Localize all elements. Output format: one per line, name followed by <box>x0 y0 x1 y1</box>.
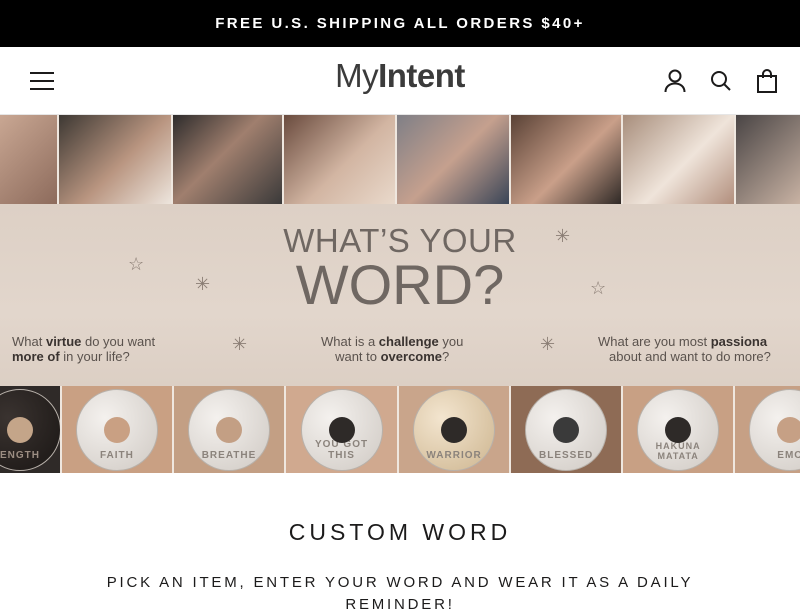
charm-ring: YOU GOT THIS <box>300 388 383 471</box>
charm-tile: YOU GOT THIS <box>286 386 400 473</box>
charm-tile: WARRIOR <box>399 386 512 473</box>
charm-ring: WARRIOR <box>413 388 496 471</box>
q1-mid: do you want <box>81 334 156 349</box>
question-passion: What are you most passiona about and wan… <box>598 334 771 364</box>
menu-button[interactable] <box>30 71 54 90</box>
photo-tile <box>511 115 624 204</box>
charm-ring: FAITH <box>75 388 158 471</box>
q2-mid: you <box>438 334 464 349</box>
photo-tile <box>397 115 512 204</box>
q2-pre2: want to <box>335 349 381 364</box>
q1-pre: What <box>12 334 46 349</box>
search-icon[interactable] <box>708 68 734 94</box>
charm-word: BREATHE <box>201 449 257 461</box>
charm-ring: BREATHE <box>188 388 270 471</box>
charm-ring: ENGTH <box>0 388 60 471</box>
q3-line2: about and want to do more? <box>609 349 771 364</box>
charm-word: EMO <box>777 449 800 461</box>
q2-pre: What is a <box>321 334 379 349</box>
site-header: MyIntent <box>0 47 800 115</box>
section-subtitle: PICK AN ITEM, ENTER YOUR WORD AND WEAR I… <box>106 574 694 613</box>
photo-tile <box>284 115 398 204</box>
charm-tile: ENGTH <box>0 386 62 473</box>
q3-pre: What are you most <box>598 334 711 349</box>
charm-tile: EMO <box>735 386 800 473</box>
charm-tile: BLESSED <box>511 386 624 473</box>
charm-word: ENGTH <box>0 449 40 461</box>
sparkle-icon: ✳ <box>232 334 248 354</box>
q1-bold1: virtue <box>45 334 82 349</box>
charm-ring: HAKUNA MATATA <box>637 388 720 471</box>
charm-word: BLESSED <box>538 449 594 461</box>
hero-banner[interactable]: WHAT’S YOUR WORD? ☆ ✳ ✳ ☆ ✳ ✳ What virtu… <box>0 115 800 473</box>
charm-ring: BLESSED <box>525 388 608 471</box>
photo-tile <box>0 115 59 204</box>
charm-word: HAKUNA MATATA <box>655 440 701 461</box>
q2-bold1: challenge <box>378 334 439 349</box>
hamburger-icon-line <box>30 71 54 74</box>
section-title: CUSTOM WORD <box>288 519 512 545</box>
account-icon[interactable] <box>662 68 688 94</box>
announcement-bar: FREE U.S. SHIPPING ALL ORDERS $40+ <box>0 0 800 47</box>
cart-icon[interactable] <box>754 68 780 94</box>
photo-tile <box>623 115 737 204</box>
charm-photo-strip: ENGTH FAITH BREATHE YOU GOT THIS WARRIOR… <box>0 386 800 473</box>
logo-my: My <box>335 57 379 94</box>
photo-tile <box>736 115 800 204</box>
charm-word: WARRIOR <box>426 449 482 461</box>
announcement-text: FREE U.S. SHIPPING ALL ORDERS $40+ <box>215 15 585 32</box>
charm-tile: BREATHE <box>173 386 287 473</box>
sparkle-icon: ✳ <box>540 334 556 354</box>
photo-tile <box>58 115 173 204</box>
question-virtue: What virtue do you want more of in your … <box>12 334 155 364</box>
star-icon: ☆ <box>590 278 607 298</box>
q3-bold1: passiona <box>710 334 768 349</box>
whats-your-word-banner: WHAT’S YOUR WORD? ☆ ✳ ✳ ☆ ✳ ✳ What virtu… <box>0 204 800 386</box>
celebrity-photo-strip <box>0 115 800 204</box>
charm-ring: EMO <box>749 388 800 471</box>
sparkle-icon: ✳ <box>195 274 211 294</box>
q1-post: in your life? <box>59 349 130 364</box>
banner-title-line2: WORD? <box>295 253 505 316</box>
question-challenge: What is a challenge you want to overcome… <box>321 334 463 364</box>
custom-word-section: CUSTOM WORD PICK AN ITEM, ENTER YOUR WOR… <box>0 473 800 616</box>
charm-tile: FAITH <box>61 386 174 473</box>
site-logo[interactable]: MyIntent <box>335 57 465 95</box>
charm-tile: HAKUNA MATATA <box>623 386 736 473</box>
hamburger-icon-line <box>30 79 54 82</box>
charm-word: YOU GOT THIS <box>314 438 369 461</box>
hamburger-icon-line <box>30 87 54 90</box>
logo-intent: Intent <box>378 57 465 94</box>
charm-word: FAITH <box>100 449 134 461</box>
star-icon: ☆ <box>128 254 145 274</box>
photo-tile <box>172 115 285 204</box>
q2-bold2: overcome <box>380 349 443 364</box>
q1-bold2: more of <box>12 349 60 364</box>
sparkle-icon: ✳ <box>555 226 571 246</box>
q2-post: ? <box>442 349 450 364</box>
header-icons <box>662 68 780 94</box>
